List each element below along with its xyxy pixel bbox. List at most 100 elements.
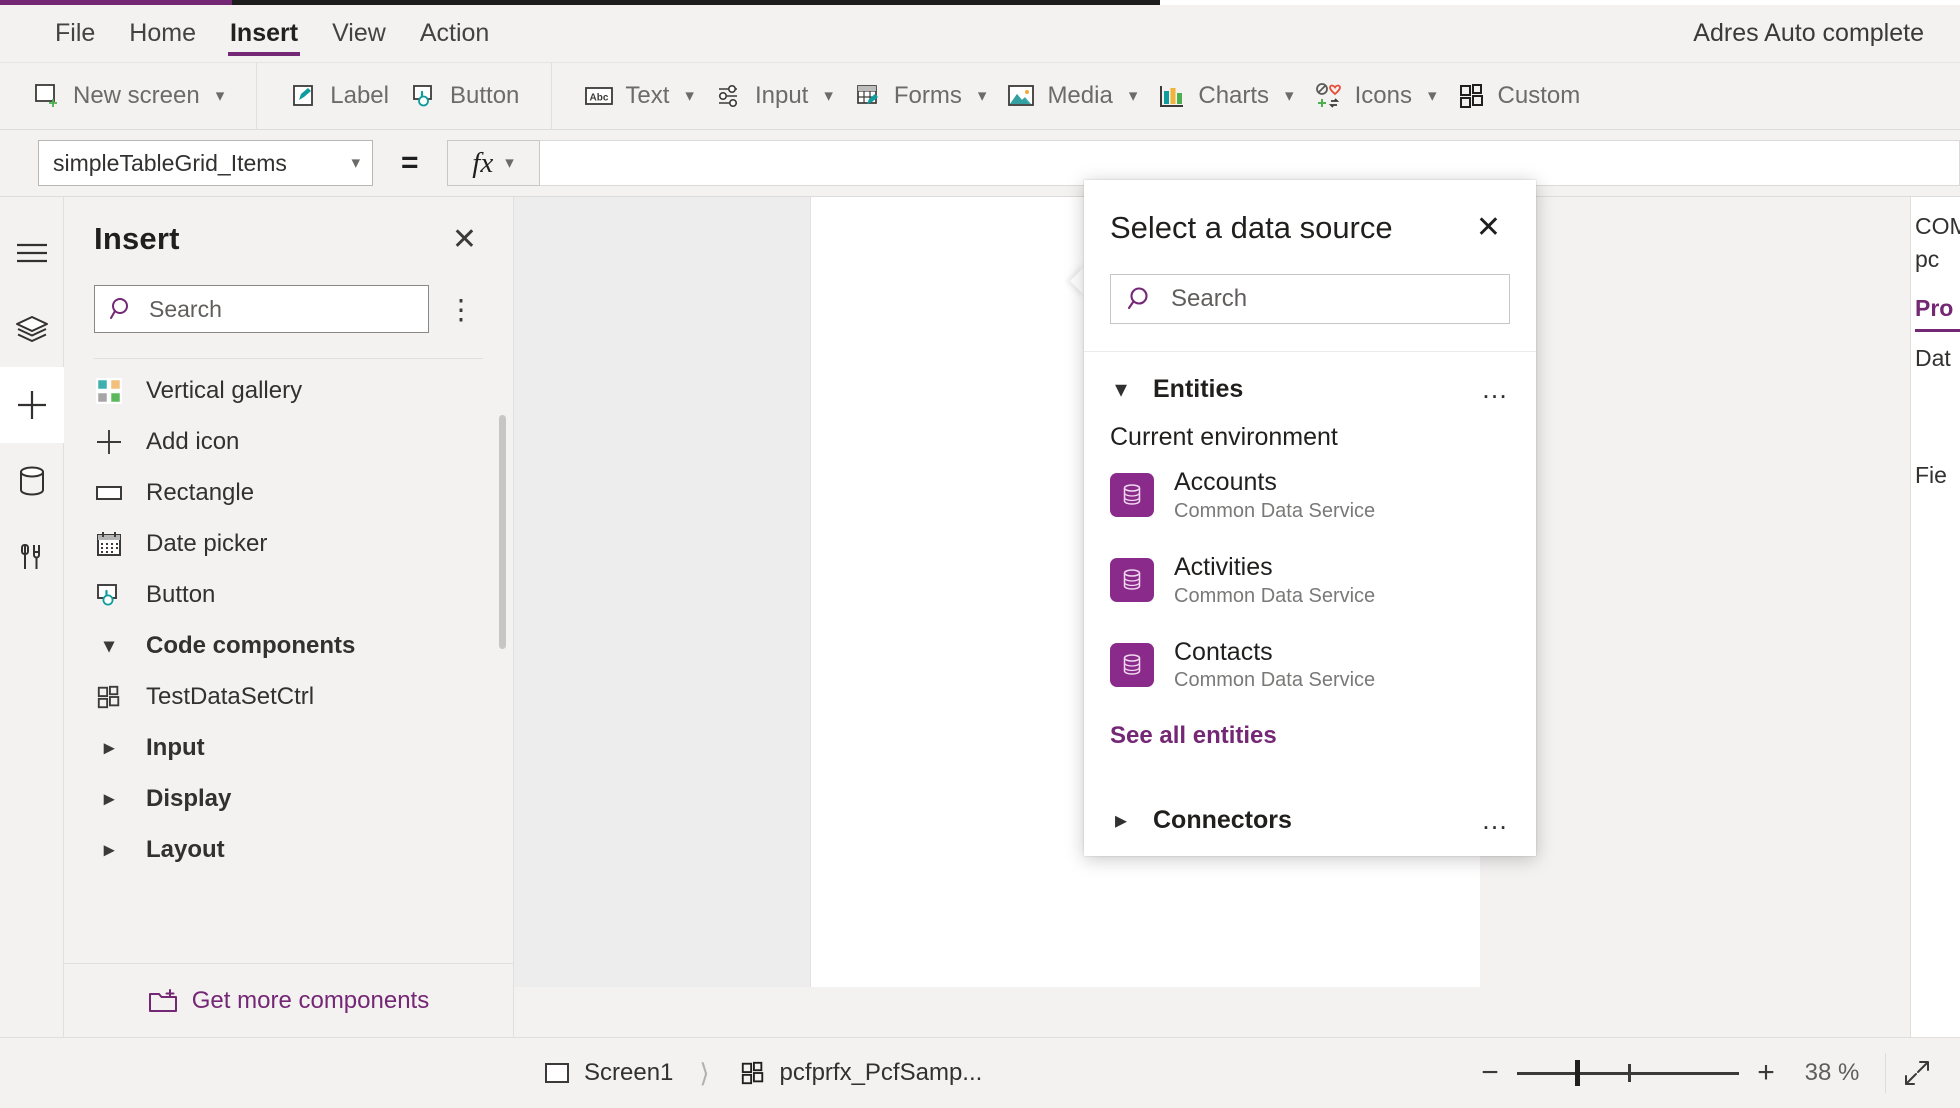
entity-text: Activities Common Data Service	[1174, 553, 1375, 608]
insert-item-vertical-gallery[interactable]: Vertical gallery	[64, 365, 513, 416]
rail-item-media-tools[interactable]	[0, 519, 64, 595]
ribbon-group-basic: Label Button	[257, 62, 553, 130]
equals-sign: =	[401, 146, 419, 179]
menu-item-file[interactable]: File	[38, 5, 112, 63]
ribbon-text-button[interactable]: Abc Text ▾	[574, 81, 704, 111]
zoom-out-button[interactable]: −	[1463, 1056, 1517, 1090]
ribbon-icons-button[interactable]: Icons ▾	[1304, 81, 1447, 111]
menu-item-action[interactable]: Action	[403, 5, 506, 63]
chevron-down-icon: ▾	[977, 86, 987, 105]
ribbon-media-button[interactable]: Media ▾	[996, 81, 1147, 111]
insert-panel-title: Insert	[94, 221, 180, 256]
rail-item-data[interactable]	[0, 443, 64, 519]
ribbon-button-button[interactable]: Button	[399, 81, 529, 111]
ribbon-icons-label: Icons	[1354, 82, 1412, 109]
fit-to-screen-button[interactable]	[1885, 1053, 1938, 1093]
ribbon-media-label: Media	[1047, 82, 1113, 109]
menu-item-insert[interactable]: Insert	[213, 5, 315, 63]
ribbon-group-controls: Abc Text ▾ Input ▾ Forms ▾ Media ▾ Chart…	[552, 63, 1612, 130]
fit-to-screen-icon	[1902, 1058, 1932, 1088]
breadcrumb-screen[interactable]: Screen1	[514, 1038, 699, 1108]
properties-panel-subtitle: pc	[1915, 246, 1940, 272]
menu-item-view[interactable]: View	[315, 5, 403, 63]
insert-group-input[interactable]: ▸ Input	[64, 722, 513, 773]
new-screen-icon	[32, 81, 62, 111]
ribbon-group-screens: New screen ▾	[0, 62, 258, 130]
property-select[interactable]: simpleTableGrid_Items ▾	[38, 140, 373, 186]
current-environment-label: Current environment	[1110, 423, 1338, 451]
ribbon-custom-button[interactable]: Custom	[1447, 81, 1591, 111]
rail-item-insert[interactable]	[0, 367, 64, 443]
insert-item-button[interactable]: Button	[64, 569, 513, 620]
data-source-header: Select a data source ✕	[1084, 180, 1536, 246]
fx-button[interactable]: fx ▾	[446, 140, 540, 186]
insert-group-code-components[interactable]: ▾ Code components	[64, 620, 513, 671]
zoom-in-button[interactable]: +	[1739, 1056, 1793, 1090]
insert-item-add-icon[interactable]: Add icon	[64, 416, 513, 467]
insert-group-layout[interactable]: ▸ Layout	[64, 824, 513, 875]
section-label: Entities	[1153, 375, 1244, 403]
text-abc-icon: Abc	[584, 81, 614, 111]
ribbon-forms-button[interactable]: Forms ▾	[843, 81, 997, 111]
plus-icon	[94, 427, 124, 457]
fx-label: fx	[472, 146, 494, 179]
insert-panel-more-button[interactable]: ⋮	[441, 293, 483, 326]
input-sliders-icon	[714, 81, 744, 111]
rail-item-tree-view[interactable]	[0, 291, 64, 367]
entity-row-accounts[interactable]: Accounts Common Data Service	[1084, 452, 1536, 523]
insert-item-rectangle[interactable]: Rectangle	[64, 467, 513, 518]
search-input[interactable]: Search	[94, 285, 429, 333]
ribbon-input-label: Input	[754, 82, 809, 109]
ribbon-new-screen-label: New screen	[73, 82, 200, 109]
ribbon-custom-label: Custom	[1497, 82, 1581, 109]
section-more-icon[interactable]: …	[1481, 374, 1510, 405]
entity-database-icon	[1110, 558, 1154, 603]
properties-panel-tab-properties[interactable]: Pro	[1915, 295, 1960, 332]
rail-item-hamburger[interactable]	[0, 215, 64, 291]
menu-item-home[interactable]: Home	[112, 5, 213, 63]
custom-component-icon	[1457, 81, 1487, 111]
ribbon-charts-button[interactable]: Charts ▾	[1147, 81, 1303, 111]
custom-component-icon	[94, 682, 124, 712]
get-more-components-label: Get more components	[191, 986, 430, 1014]
section-more-icon[interactable]: …	[1481, 805, 1510, 836]
entity-database-icon	[1110, 642, 1154, 687]
close-icon[interactable]: ✕	[446, 221, 483, 259]
insert-panel-list: Vertical gallery Add icon Rectangle Date…	[64, 359, 513, 963]
canvas-backdrop	[514, 197, 812, 987]
chevron-right-icon: ▸	[103, 737, 115, 759]
chevron-down-icon: ▾	[215, 86, 225, 105]
properties-field-data-label: Dat	[1915, 345, 1951, 371]
insert-item-date-picker[interactable]: Date picker	[64, 518, 513, 569]
ribbon-toolbar: New screen ▾ Label Button Abc Text ▾ Inp…	[0, 62, 1960, 130]
chevron-down-icon: ▾	[351, 153, 360, 172]
breadcrumb-separator-icon: ⟩	[699, 1057, 710, 1088]
close-icon[interactable]: ✕	[1471, 210, 1506, 246]
insert-panel-scrollbar[interactable]	[499, 415, 506, 649]
formula-bar: simpleTableGrid_Items ▾ = fx ▾	[0, 130, 1960, 197]
data-source-section-entities[interactable]: ▾ Entities …	[1084, 352, 1536, 405]
search-input-placeholder: Search	[149, 295, 222, 322]
breadcrumb-component[interactable]: pcfprfx_PcfSamp...	[710, 1038, 1009, 1108]
insert-item-label: Date picker	[146, 529, 268, 557]
insert-item-testdatasetctrl[interactable]: TestDataSetCtrl	[64, 671, 513, 722]
see-all-entities-link[interactable]: See all entities	[1084, 692, 1536, 750]
ribbon-forms-label: Forms	[893, 82, 962, 109]
insert-group-display[interactable]: ▸ Display	[64, 773, 513, 824]
entity-name: Accounts	[1174, 468, 1277, 496]
ribbon-label-button[interactable]: Label	[279, 81, 399, 111]
data-source-search-input[interactable]: Search	[1110, 274, 1510, 324]
zoom-slider-thumb[interactable]	[1574, 1060, 1580, 1086]
zoom-percentage: 38 %	[1793, 1059, 1871, 1087]
data-source-section-connectors[interactable]: ▸ Connectors …	[1084, 750, 1536, 836]
chevron-down-icon[interactable]: ▾	[1115, 375, 1153, 404]
app-title: Adres Auto complete	[1693, 19, 1924, 47]
button-icon	[409, 81, 439, 111]
entity-row-contacts[interactable]: Contacts Common Data Service	[1084, 608, 1536, 693]
entity-row-activities[interactable]: Activities Common Data Service	[1084, 523, 1536, 608]
insert-panel-footer[interactable]: Get more components	[64, 963, 513, 1037]
ribbon-input-button[interactable]: Input ▾	[704, 81, 843, 111]
chevron-right-icon[interactable]: ▸	[1115, 806, 1153, 835]
ribbon-new-screen-button[interactable]: New screen ▾	[22, 81, 234, 111]
zoom-slider[interactable]	[1517, 1058, 1739, 1088]
